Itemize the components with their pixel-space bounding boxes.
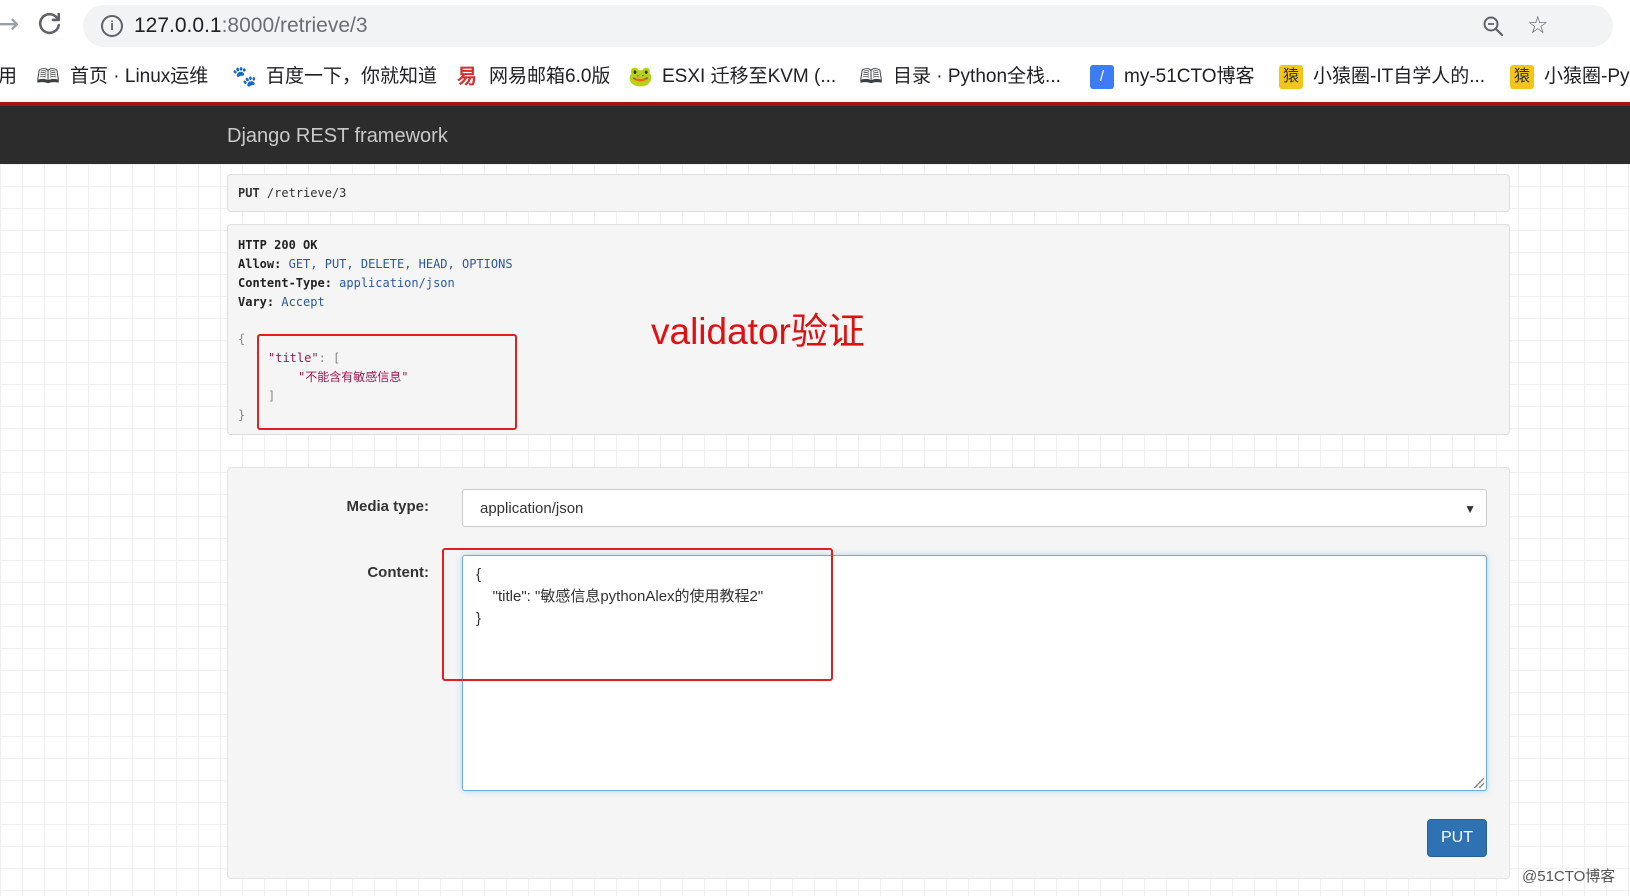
51cto-icon: / [1090,64,1114,89]
watermark: @51CTO博客 [1522,868,1616,885]
bookmark-item[interactable]: 🕮 目录 · Python全栈... [859,62,1061,92]
navbar: Django REST framework [0,106,1630,164]
forward-arrow-icon[interactable]: → [0,10,19,38]
response-header-content-type: Content-Type: application/json [238,276,455,290]
bookmark-item[interactable]: 🐾 百度一下，你就知道 [232,62,437,92]
response-header-vary: Vary: Accept [238,295,325,309]
highlight-box-response [257,334,517,430]
navbar-brand[interactable]: Django REST framework [227,124,448,148]
info-icon[interactable]: i [101,15,123,37]
resize-grip-icon[interactable] [1474,778,1484,788]
frog-icon: 🐸 [628,65,653,88]
media-type-value: application/json [480,500,584,517]
baidu-paw-icon: 🐾 [232,65,257,88]
caret-down-icon: ▼ [1464,502,1476,516]
netease-mail-icon: 易 [457,65,477,88]
yuanquan-icon: 猿 [1279,64,1303,89]
request-line: PUT /retrieve/3 [238,186,347,200]
bookmark-item[interactable]: 🐸 ESXI 迁移至KVM (... [628,62,836,92]
bookmarks-bar: 用 🕮 首页 · Linux运维 🐾 百度一下，你就知道 易网易邮箱6.0版 🐸 ES… [0,52,1630,102]
book-icon: 🕮 [36,65,60,88]
url-text[interactable]: 127.0.0.1:8000/retrieve/3 [134,13,368,39]
response-status: HTTP 200 OK [238,238,318,252]
annotation-text: validator验证 [651,311,865,352]
address-bar[interactable]: i 127.0.0.1:8000/retrieve/3 ☆ [83,5,1613,47]
response-header-allow: Allow: GET, PUT, DELETE, HEAD, OPTIONS [238,257,513,271]
response-body-open: { [238,332,246,346]
media-type-select[interactable]: application/json ▼ [462,489,1487,527]
bookmark-item[interactable]: 🕮 首页 · Linux运维 [36,62,208,92]
zoom-icon[interactable] [1481,14,1505,38]
bookmark-star-icon[interactable]: ☆ [1527,11,1549,39]
request-info: PUT /retrieve/3 [227,174,1510,212]
bookmark-item[interactable]: / my-51CTO博客 [1090,62,1255,92]
bookmark-item[interactable]: 猿小猿圈-Py [1510,62,1630,92]
media-type-label: Media type: [346,498,429,515]
yuanquan-icon: 猿 [1510,64,1534,89]
book-icon: 🕮 [859,65,883,88]
content-label: Content: [367,564,429,581]
bookmark-item[interactable]: 猿小猿圈-IT自学人的... [1279,62,1485,92]
browser-toolbar: → i 127.0.0.1:8000/retrieve/3 ☆ [0,0,1630,52]
response-body-close: } [238,408,246,422]
put-button[interactable]: PUT [1427,819,1487,857]
highlight-box-content [442,548,833,681]
reload-icon[interactable] [36,10,64,38]
bookmark-item[interactable]: 用 [0,62,17,92]
bookmark-item[interactable]: 易网易邮箱6.0版 [455,62,610,92]
